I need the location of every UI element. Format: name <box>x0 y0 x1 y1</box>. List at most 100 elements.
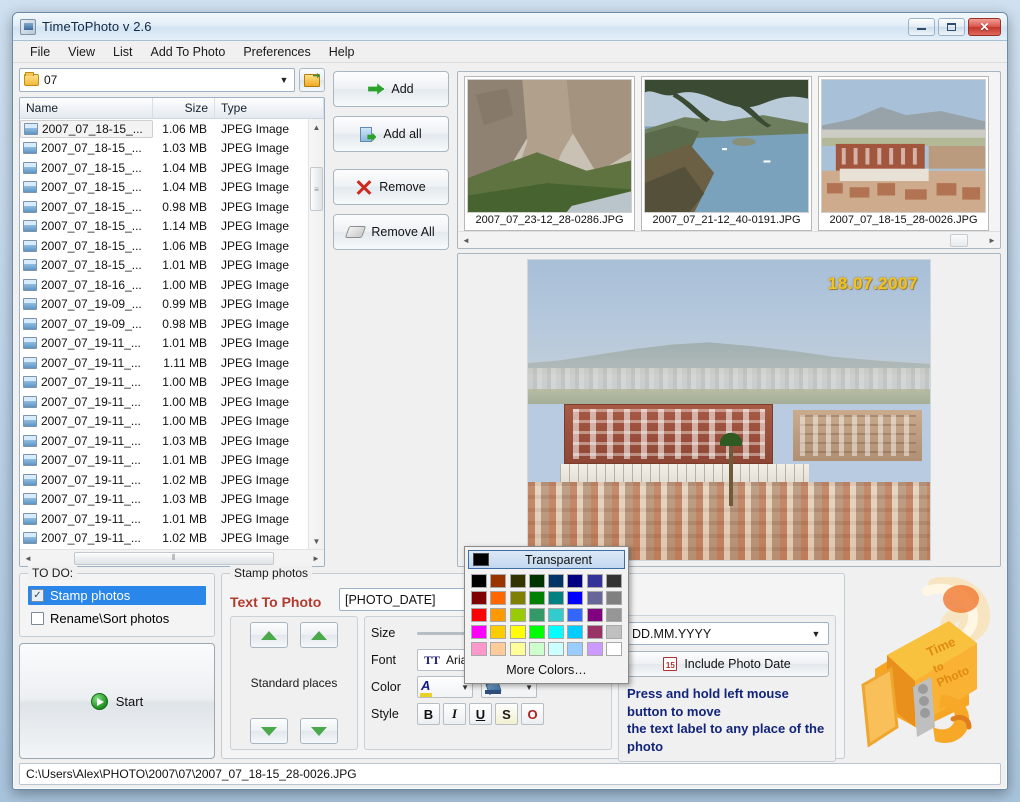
table-row[interactable]: 2007_07_18-16_...1.00 MBJPEG Image <box>20 275 324 295</box>
shadow-button[interactable]: S <box>495 703 518 725</box>
menu-file[interactable]: File <box>21 42 59 62</box>
place-bottom-right-button[interactable] <box>300 718 338 744</box>
color-swatch[interactable] <box>567 642 583 656</box>
color-swatch[interactable] <box>606 625 622 639</box>
table-row[interactable]: 2007_07_18-15_...1.14 MBJPEG Image <box>20 217 324 237</box>
thumbnail-item[interactable]: 2007_07_23-12_28-0286.JPG <box>464 76 635 231</box>
table-row[interactable]: 2007_07_18-15_...1.04 MBJPEG Image <box>20 178 324 198</box>
color-swatch[interactable] <box>567 574 583 588</box>
color-swatch[interactable] <box>471 574 487 588</box>
transparent-option[interactable]: Transparent <box>468 550 625 569</box>
thumbnail-scroll-track[interactable] <box>474 233 984 248</box>
table-row[interactable]: 2007_07_18-15_...1.03 MBJPEG Image <box>20 139 324 159</box>
table-row[interactable]: 2007_07_19-11_...1.03 MBJPEG Image <box>20 431 324 451</box>
color-swatch[interactable] <box>490 591 506 605</box>
chevron-down-icon[interactable]: ▼ <box>276 75 292 85</box>
underline-button[interactable]: U <box>469 703 492 725</box>
remove-button[interactable]: Remove <box>333 169 449 205</box>
color-swatch[interactable] <box>529 642 545 656</box>
vertical-scroll-thumb[interactable]: ≡ <box>310 167 323 211</box>
add-all-button[interactable]: Add all <box>333 116 449 152</box>
thumbnail-strip[interactable]: 2007_07_23-12_28-0286.JPG <box>457 71 1001 249</box>
include-photo-date-button[interactable]: 15 Include Photo Date <box>625 651 829 677</box>
color-swatch[interactable] <box>606 608 622 622</box>
add-button[interactable]: Add <box>333 71 449 107</box>
color-swatch[interactable] <box>567 625 583 639</box>
thumbnail-scroll-right-icon[interactable]: ► <box>984 236 1000 245</box>
menu-preferences[interactable]: Preferences <box>234 42 319 62</box>
color-picker-popup[interactable]: Transparent More Colors… <box>464 546 629 684</box>
table-row[interactable]: 2007_07_19-09_...0.99 MBJPEG Image <box>20 295 324 315</box>
scroll-up-icon[interactable]: ▲ <box>309 119 324 135</box>
horizontal-scroll-track[interactable]: ⦀ <box>36 551 308 566</box>
color-swatch[interactable] <box>587 591 603 605</box>
minimize-button[interactable] <box>908 18 935 36</box>
table-row[interactable]: 2007_07_19-11_...1.01 MBJPEG Image <box>20 334 324 354</box>
table-row[interactable]: 2007_07_19-11_...1.02 MBJPEG Image <box>20 470 324 490</box>
color-swatch[interactable] <box>548 625 564 639</box>
todo-item-rename-sort-photos[interactable]: Rename\Sort photos <box>28 609 206 628</box>
file-list-horizontal-scrollbar[interactable]: ◄ ⦀ ► <box>20 549 324 566</box>
thumbnail-scroll-thumb[interactable] <box>950 234 968 247</box>
color-swatch[interactable] <box>548 608 564 622</box>
file-list-body[interactable]: 2007_07_18-15_...1.06 MBJPEG Image2007_0… <box>20 119 324 566</box>
browse-folder-button[interactable] <box>299 68 325 92</box>
table-row[interactable]: 2007_07_18-15_...1.01 MBJPEG Image <box>20 256 324 276</box>
menu-help[interactable]: Help <box>320 42 364 62</box>
bold-button[interactable]: B <box>417 703 440 725</box>
color-swatch[interactable] <box>587 625 603 639</box>
close-button[interactable]: ✕ <box>968 18 1001 36</box>
place-top-left-button[interactable] <box>250 622 288 648</box>
checkbox-rename-sort-photos[interactable] <box>31 612 44 625</box>
color-swatch[interactable] <box>587 608 603 622</box>
color-swatch[interactable] <box>587 642 603 656</box>
column-header-type[interactable]: Type <box>215 98 324 118</box>
color-swatch[interactable] <box>510 625 526 639</box>
scroll-down-icon[interactable]: ▼ <box>309 533 324 549</box>
photo-date-stamp[interactable]: 18.07.2007 <box>828 274 918 294</box>
color-swatch[interactable] <box>548 574 564 588</box>
maximize-button[interactable] <box>938 18 965 36</box>
color-swatch[interactable] <box>471 591 487 605</box>
horizontal-scroll-thumb[interactable]: ⦀ <box>74 552 274 565</box>
italic-button[interactable]: I <box>443 703 466 725</box>
date-format-combo[interactable]: DD.MM.YYYY ▼ <box>625 622 829 645</box>
checkbox-stamp-photos[interactable]: ✓ <box>31 589 44 602</box>
table-row[interactable]: 2007_07_18-15_...1.04 MBJPEG Image <box>20 158 324 178</box>
outline-button[interactable]: O <box>521 703 544 725</box>
color-swatch[interactable] <box>529 608 545 622</box>
table-row[interactable]: 2007_07_19-11_...1.02 MBJPEG Image <box>20 529 324 549</box>
table-row[interactable]: 2007_07_19-11_...1.01 MBJPEG Image <box>20 451 324 471</box>
color-swatch[interactable] <box>567 591 583 605</box>
color-swatch[interactable] <box>548 642 564 656</box>
table-row[interactable]: 2007_07_19-11_...1.00 MBJPEG Image <box>20 373 324 393</box>
table-row[interactable]: 2007_07_18-15_...1.06 MBJPEG Image <box>20 119 324 139</box>
thumbnail-scroll-left-icon[interactable]: ◄ <box>458 236 474 245</box>
color-swatch[interactable] <box>587 574 603 588</box>
column-header-name[interactable]: Name <box>20 98 153 118</box>
color-swatch[interactable] <box>490 625 506 639</box>
file-list[interactable]: Name Size Type 2007_07_18-15_...1.06 MBJ… <box>19 97 325 567</box>
table-row[interactable]: 2007_07_18-15_...0.98 MBJPEG Image <box>20 197 324 217</box>
color-swatch[interactable] <box>490 642 506 656</box>
scroll-right-icon[interactable]: ► <box>308 554 324 563</box>
color-swatch[interactable] <box>471 625 487 639</box>
remove-all-button[interactable]: Remove All <box>333 214 449 250</box>
menu-add-to-photo[interactable]: Add To Photo <box>141 42 234 62</box>
more-colors-button[interactable]: More Colors… <box>468 658 625 680</box>
place-top-right-button[interactable] <box>300 622 338 648</box>
color-swatch[interactable] <box>490 574 506 588</box>
color-swatch[interactable] <box>471 642 487 656</box>
table-row[interactable]: 2007_07_18-15_...1.06 MBJPEG Image <box>20 236 324 256</box>
start-button[interactable]: Start <box>19 643 215 759</box>
color-swatch[interactable] <box>529 625 545 639</box>
color-swatch-grid[interactable] <box>468 572 625 658</box>
table-row[interactable]: 2007_07_19-09_...0.98 MBJPEG Image <box>20 314 324 334</box>
color-swatch[interactable] <box>471 608 487 622</box>
color-swatch[interactable] <box>606 591 622 605</box>
menu-view[interactable]: View <box>59 42 104 62</box>
folder-path-combo[interactable]: 07 ▼ <box>19 68 295 92</box>
color-swatch[interactable] <box>606 642 622 656</box>
color-swatch[interactable] <box>510 608 526 622</box>
scroll-left-icon[interactable]: ◄ <box>20 554 36 563</box>
